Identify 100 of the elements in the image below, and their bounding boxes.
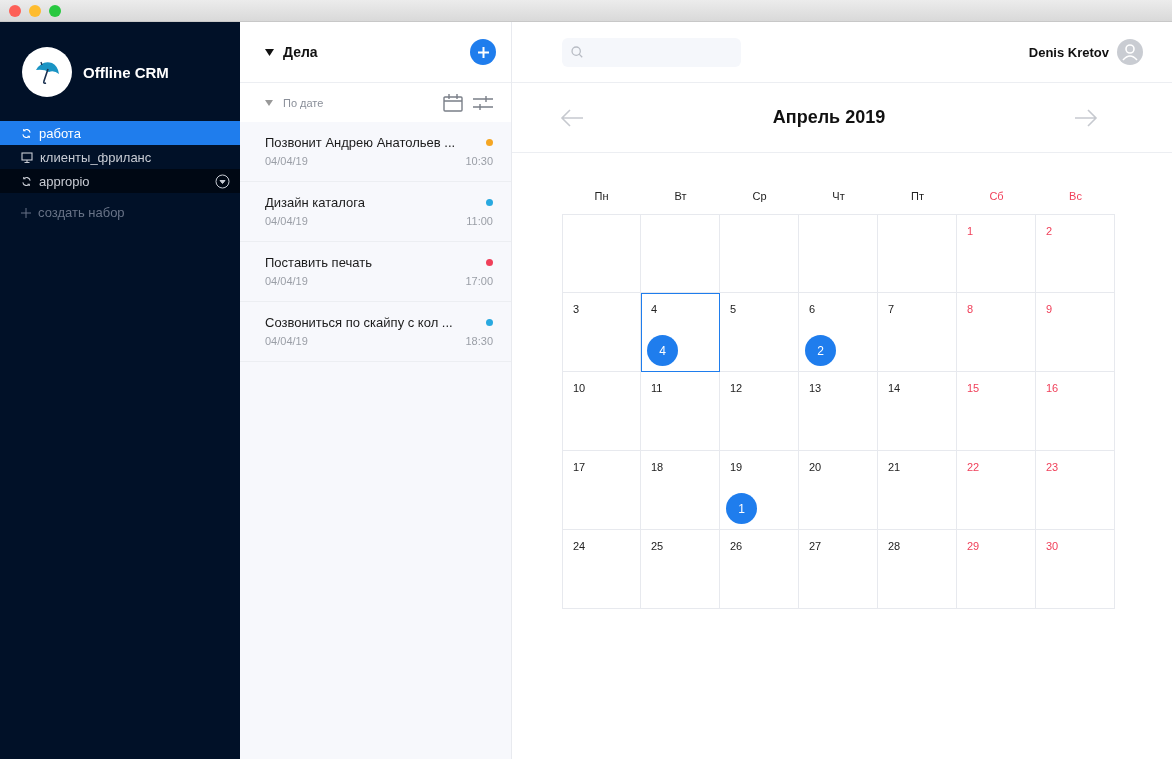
day-cell[interactable]: 1 [957, 214, 1036, 293]
user-name: Denis Kretov [1028, 44, 1109, 60]
day-cell[interactable]: 14 [878, 372, 957, 451]
day-cell[interactable]: 4 4 [641, 293, 720, 372]
day-cell[interactable]: 26 [720, 530, 799, 609]
day-number: 7 [888, 303, 895, 315]
task-item[interactable]: Поставить печать 04/04/19 17:00 [240, 242, 511, 302]
day-cell[interactable]: 3 [562, 293, 641, 372]
dropdown-triangle-icon[interactable] [265, 99, 273, 106]
app-name: Offline CRM [83, 63, 169, 81]
zoom-button[interactable] [49, 4, 61, 17]
create-set-link[interactable]: создать набор [0, 205, 240, 220]
day-number: 5 [730, 303, 737, 315]
day-cell[interactable]: 12 [720, 372, 799, 451]
day-cell[interactable]: 11 [641, 372, 720, 451]
task-item[interactable]: Позвонит Андрею Анатольев ... 04/04/19 10:30 [240, 122, 511, 182]
day-cell[interactable]: 23 [1036, 451, 1115, 530]
weekday-label: Вт [673, 189, 688, 204]
day-number: 26 [730, 540, 743, 552]
sliders-icon[interactable] [473, 95, 493, 110]
weekday-label: Ср [751, 189, 768, 204]
day-cell[interactable]: 22 [957, 451, 1036, 530]
day-cell[interactable]: 16 [1036, 372, 1115, 451]
day-number: 17 [573, 461, 586, 473]
day-number: 11 [651, 382, 663, 394]
day-number: 4 [651, 303, 658, 315]
day-cell[interactable]: 30 [1036, 530, 1115, 609]
day-cell[interactable]: 17 [562, 451, 641, 530]
task-date: 04/04/19 [265, 155, 308, 167]
day-number: 19 [730, 461, 743, 473]
day-cell[interactable] [878, 214, 957, 293]
minimize-button[interactable] [29, 4, 41, 17]
day-cell[interactable]: 8 [957, 293, 1036, 372]
day-number: 20 [809, 461, 822, 473]
day-cell[interactable]: 19 1 [720, 451, 799, 530]
task-date: 04/04/19 [265, 275, 308, 287]
sidebar-item[interactable]: работа [0, 121, 240, 145]
event-count-badge[interactable]: 4 [647, 335, 678, 366]
day-cell[interactable]: 6 2 [799, 293, 878, 372]
day-cell[interactable]: 13 [799, 372, 878, 451]
right-arrow-icon [1074, 108, 1098, 127]
day-cell[interactable]: 21 [878, 451, 957, 530]
day-cell[interactable]: 2 [1036, 214, 1115, 293]
day-number: 13 [809, 382, 822, 394]
day-number: 28 [888, 540, 901, 552]
sidebar-item[interactable]: клиенты_фриланс [0, 145, 240, 169]
day-cell[interactable] [720, 214, 799, 293]
calendar-icon[interactable] [443, 93, 463, 112]
day-cell[interactable]: 15 [957, 372, 1036, 451]
day-cell[interactable] [641, 214, 720, 293]
search-field[interactable] [562, 37, 741, 67]
search-icon [571, 45, 584, 59]
day-cell[interactable]: 24 [562, 530, 641, 609]
left-arrow-icon [560, 108, 584, 127]
day-cell[interactable]: 5 [720, 293, 799, 372]
previous-month-button[interactable] [560, 108, 584, 127]
panel-title: Дела [283, 44, 319, 60]
day-cell[interactable]: 27 [799, 530, 878, 609]
task-item[interactable]: Дизайн каталога 04/04/19 11:00 [240, 182, 511, 242]
day-number: 23 [1046, 461, 1059, 473]
day-number: 24 [573, 540, 586, 552]
task-title: Созвониться по скайпу с кол ... [265, 315, 453, 330]
day-number: 29 [967, 540, 980, 552]
task-title: Позвонит Андрею Анатольев ... [265, 135, 456, 150]
event-count-badge[interactable]: 2 [805, 335, 836, 366]
day-number: 16 [1046, 382, 1059, 394]
task-date: 04/04/19 [265, 215, 308, 227]
day-cell[interactable]: 7 [878, 293, 957, 372]
task-item[interactable]: Созвониться по скайпу с кол ... 04/04/19 18:30 [240, 302, 511, 362]
day-cell[interactable] [799, 214, 878, 293]
day-number: 22 [967, 461, 980, 473]
day-cell[interactable]: 9 [1036, 293, 1115, 372]
weekday-label: Пн [593, 189, 610, 204]
day-cell[interactable]: 28 [878, 530, 957, 609]
task-time: 17:00 [465, 275, 493, 287]
day-cell[interactable]: 18 [641, 451, 720, 530]
event-count-badge[interactable]: 1 [726, 493, 757, 524]
close-button[interactable] [9, 4, 21, 17]
day-number: 21 [888, 461, 901, 473]
task-time: 10:30 [465, 155, 493, 167]
task-title: Дизайн каталога [265, 195, 365, 210]
day-number: 14 [888, 382, 901, 394]
day-cell[interactable]: 10 [562, 372, 641, 451]
next-month-button[interactable] [1074, 108, 1098, 127]
add-button[interactable] [470, 39, 496, 65]
day-cell[interactable]: 29 [957, 530, 1036, 609]
monitor-icon [21, 151, 33, 163]
sidebar-item[interactable]: appropio [0, 169, 240, 193]
task-time: 18:30 [465, 335, 493, 347]
avatar-icon[interactable] [1117, 39, 1143, 65]
plus-icon [21, 207, 31, 218]
task-time: 11:00 [466, 215, 493, 227]
day-cell[interactable] [562, 214, 641, 293]
collapse-triangle-icon[interactable] [265, 48, 274, 56]
month-title: Апрель 2019 [772, 107, 886, 128]
day-cell[interactable]: 25 [641, 530, 720, 609]
day-number: 30 [1046, 540, 1059, 552]
dropdown-icon[interactable] [215, 173, 230, 189]
day-number: 18 [651, 461, 664, 473]
day-cell[interactable]: 20 [799, 451, 878, 530]
